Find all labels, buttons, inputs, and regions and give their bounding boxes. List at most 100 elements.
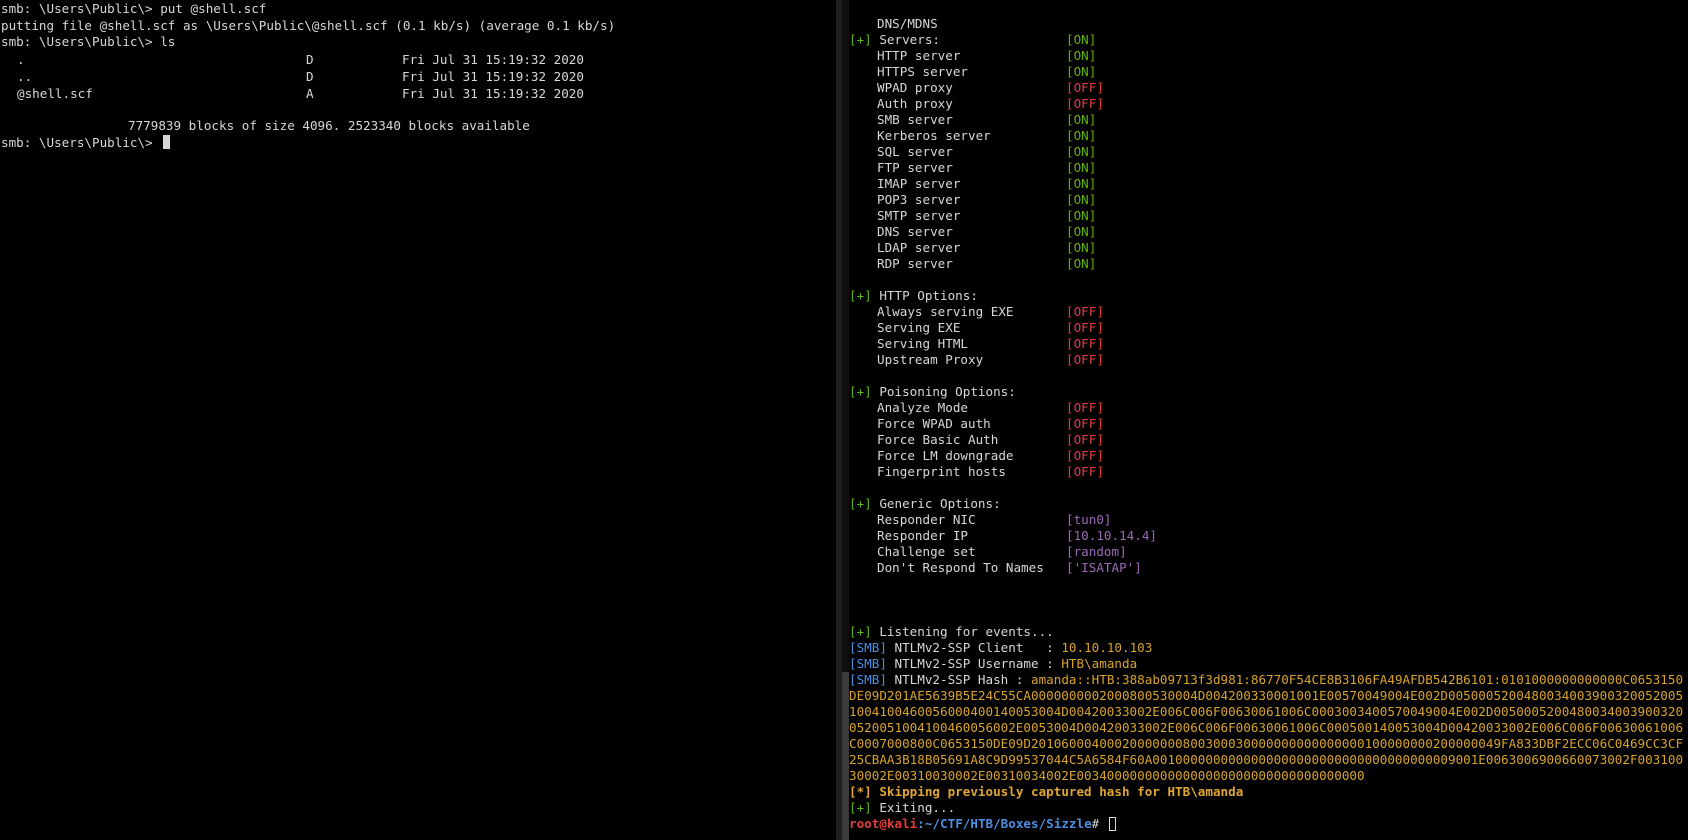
option-label: RDP server bbox=[877, 256, 953, 271]
option-status: [OFF] bbox=[1066, 400, 1104, 415]
option-label: Upstream Proxy bbox=[877, 352, 984, 367]
status-marker: [+] bbox=[849, 32, 872, 47]
shell-prompt-line[interactable]: root@kali:~/CTF/HTB/Boxes/Sizzle# bbox=[849, 816, 1116, 832]
terminal-cursor bbox=[1108, 817, 1116, 831]
file-date: Fri Jul 31 15:19:32 2020 bbox=[402, 52, 584, 67]
option-label: DNS/MDNS bbox=[877, 16, 938, 31]
section-header: [+] Servers: bbox=[849, 32, 940, 48]
option-status: [OFF] bbox=[1066, 80, 1104, 95]
smb-hash-value: amanda::HTB:388ab09713f3d981:86770F54CE8… bbox=[849, 672, 1684, 783]
status-marker: [+] bbox=[849, 384, 872, 399]
option-label: Serving EXE bbox=[877, 320, 961, 335]
right-terminal-pane[interactable]: DNS/MDNS [ON] [+] Servers: HTTP server [ON… bbox=[849, 0, 1688, 840]
section-title: Servers: bbox=[879, 32, 941, 47]
option-label: Responder IP bbox=[877, 528, 968, 543]
section-header: [+] HTTP Options: bbox=[849, 288, 978, 304]
option-label: SQL server bbox=[877, 144, 953, 159]
option-status: [OFF] bbox=[1066, 320, 1104, 335]
listening-line: [+] Listening for events... bbox=[849, 624, 1054, 640]
option-status: [ON] bbox=[1066, 240, 1097, 255]
file-date: Fri Jul 31 15:19:32 2020 bbox=[402, 69, 584, 84]
section-title: Poisoning Options: bbox=[879, 384, 1016, 399]
status-marker: [+] bbox=[849, 288, 872, 303]
option-label: Auth proxy bbox=[877, 96, 953, 111]
section-title: Generic Options: bbox=[879, 496, 1001, 511]
option-label: SMB server bbox=[877, 112, 953, 127]
option-status: [10.10.14.4] bbox=[1066, 528, 1157, 543]
file-attr: D bbox=[306, 52, 314, 67]
option-status: [ON] bbox=[1066, 64, 1097, 79]
option-status: ['ISATAP'] bbox=[1066, 560, 1142, 575]
option-label: POP3 server bbox=[877, 192, 961, 207]
option-label: LDAP server bbox=[877, 240, 961, 255]
smb-tag: [SMB] bbox=[849, 672, 887, 687]
smb-client-value: 10.10.10.103 bbox=[1061, 640, 1153, 655]
option-label: Kerberos server bbox=[877, 128, 991, 143]
option-status: [OFF] bbox=[1066, 416, 1104, 431]
file-name: .. bbox=[17, 69, 33, 84]
option-label: Force Basic Auth bbox=[877, 432, 999, 447]
option-status: [OFF] bbox=[1066, 464, 1104, 479]
scrollbar-thumb[interactable] bbox=[842, 672, 849, 840]
prompt-user: root bbox=[849, 816, 880, 831]
option-label: IMAP server bbox=[877, 176, 961, 191]
option-status: [ON] bbox=[1066, 160, 1097, 175]
section-title: HTTP Options: bbox=[879, 288, 978, 303]
put-output: putting file @shell.scf as \Users\Public… bbox=[1, 18, 616, 33]
file-name: . bbox=[17, 52, 25, 67]
option-label: Force WPAD auth bbox=[877, 416, 991, 431]
warning-marker: [*] bbox=[849, 784, 872, 799]
smb-client-label: NTLMv2-SSP Client : bbox=[894, 640, 1062, 655]
left-terminal-pane[interactable]: smb: \Users\Public\> put @shell.scf putt… bbox=[0, 0, 836, 840]
option-label: FTP server bbox=[877, 160, 953, 175]
option-status: [ON] bbox=[1066, 224, 1097, 239]
blocks-summary: 7779839 blocks of size 4096. 2523340 blo… bbox=[128, 118, 530, 133]
option-status: [ON] bbox=[1066, 32, 1097, 47]
option-status: [tun0] bbox=[1066, 512, 1112, 527]
option-status: [OFF] bbox=[1066, 448, 1104, 463]
smb-prompt: smb: \Users\Public\> bbox=[1, 135, 161, 150]
option-status: [ON] bbox=[1066, 128, 1097, 143]
skip-line: [*] Skipping previously captured hash fo… bbox=[849, 784, 1243, 800]
option-status: [OFF] bbox=[1066, 336, 1104, 351]
option-label: Fingerprint hosts bbox=[877, 464, 1006, 479]
skip-text: Skipping previously captured hash for HT… bbox=[879, 784, 1244, 799]
option-status: [ON] bbox=[1066, 144, 1097, 159]
smb-command-put: smb: \Users\Public\> put @shell.scf bbox=[1, 1, 267, 16]
option-label: Always serving EXE bbox=[877, 304, 1014, 319]
exiting-line: [+] Exiting... bbox=[849, 800, 955, 816]
status-marker: [+] bbox=[849, 800, 872, 815]
smb-username-line: [SMB] NTLMv2-SSP Username : HTB\amanda bbox=[849, 656, 1137, 672]
smb-tag: [SMB] bbox=[849, 640, 887, 655]
smb-hash-label: NTLMv2-SSP Hash : bbox=[894, 672, 1031, 687]
option-label: Don't Respond To Names bbox=[877, 560, 1044, 575]
option-label: Analyze Mode bbox=[877, 400, 968, 415]
section-header: [+] Poisoning Options: bbox=[849, 384, 1016, 400]
listening-text: Listening for events... bbox=[879, 624, 1054, 639]
prompt-at: @ bbox=[879, 816, 887, 831]
option-status: [random] bbox=[1066, 544, 1127, 559]
option-label: Challenge set bbox=[877, 544, 976, 559]
file-date: Fri Jul 31 15:19:32 2020 bbox=[402, 86, 584, 101]
option-status: [OFF] bbox=[1066, 304, 1104, 319]
option-label: HTTP server bbox=[877, 48, 961, 63]
option-label: Force LM downgrade bbox=[877, 448, 1014, 463]
prompt-path: :~/CTF/HTB/Boxes/Sizzle bbox=[917, 816, 1092, 831]
prompt-host: kali bbox=[886, 816, 918, 831]
file-attr: A bbox=[306, 86, 314, 101]
smb-tag: [SMB] bbox=[849, 656, 887, 671]
status-marker: [+] bbox=[849, 496, 872, 511]
right-pane-scrollbar[interactable] bbox=[842, 0, 849, 840]
exiting-text: Exiting... bbox=[879, 800, 956, 815]
file-name: @shell.scf bbox=[17, 86, 93, 101]
option-status: [ON] bbox=[1066, 112, 1097, 127]
option-label: Responder NIC bbox=[877, 512, 976, 527]
option-row-dns-mdns: DNS/MDNS [ON] bbox=[849, 0, 1096, 47]
option-status: [ON] bbox=[1066, 256, 1097, 271]
smb-prompt-line[interactable]: smb: \Users\Public\> bbox=[1, 135, 171, 151]
option-status: [ON] bbox=[1066, 48, 1097, 63]
smb-username-label: NTLMv2-SSP Username : bbox=[894, 656, 1062, 671]
option-status: [OFF] bbox=[1066, 352, 1104, 367]
file-attr: D bbox=[306, 69, 314, 84]
option-status: [OFF] bbox=[1066, 432, 1104, 447]
